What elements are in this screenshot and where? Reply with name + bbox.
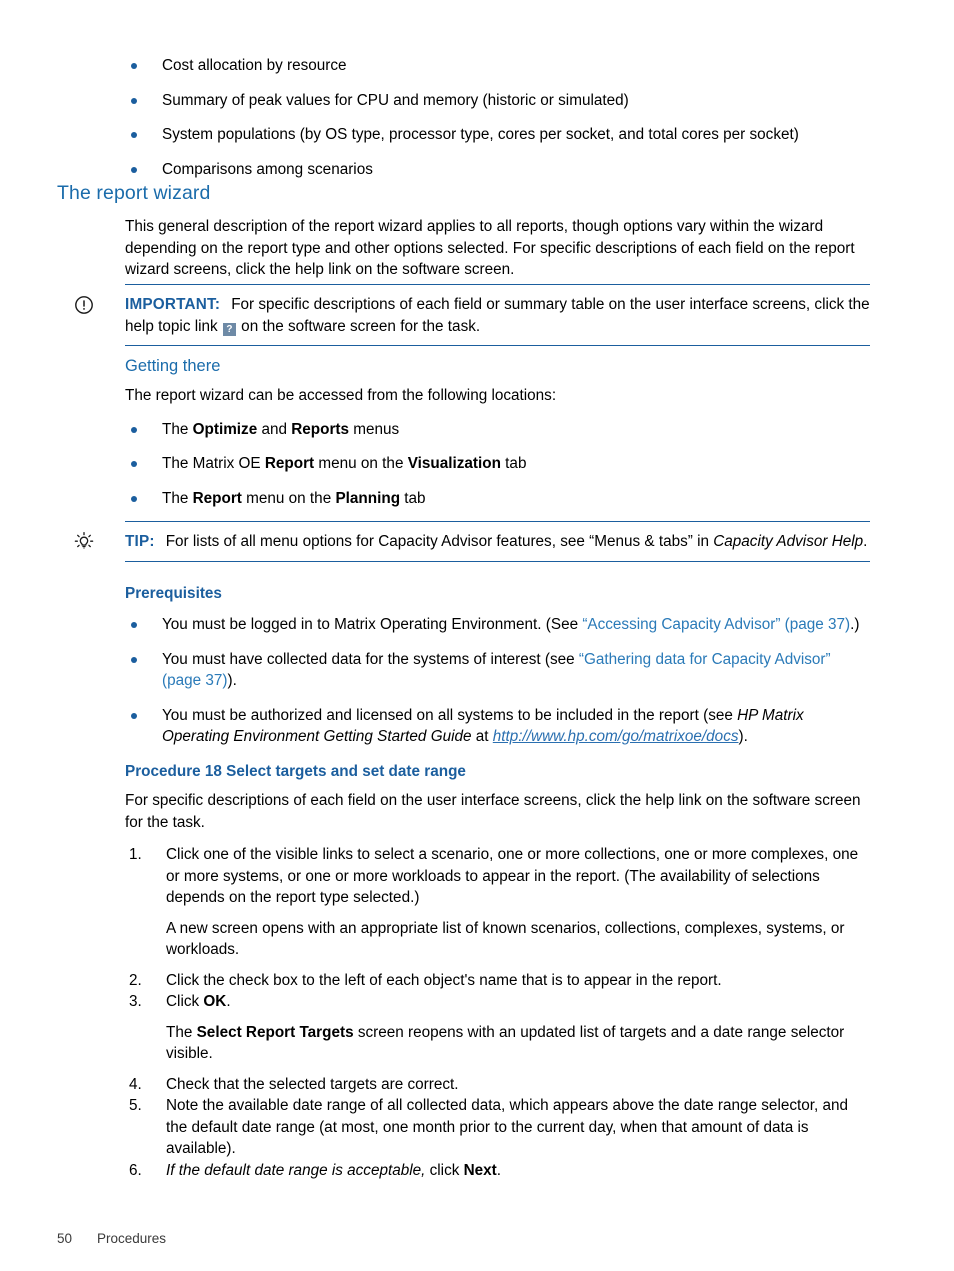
step-item: Click one of the visible links to select… [125, 844, 870, 961]
bullet-text: System populations (by OS type, processo… [162, 126, 799, 143]
bullet-mid: menu on the [314, 455, 408, 472]
step-lead: Click [166, 993, 204, 1010]
section-intro-paragraph: This general description of the report w… [125, 218, 855, 278]
procedure-intro: For specific descriptions of each field … [125, 792, 861, 831]
prereq-lead: You must be logged in to Matrix Operatin… [162, 616, 583, 633]
important-label: IMPORTANT: [125, 296, 221, 313]
step-text: Click one of the visible links to select… [166, 846, 859, 906]
important-circle-exclamation-icon [73, 294, 95, 316]
external-url-link[interactable]: http://www.hp.com/go/matrixoe/docs [493, 728, 739, 745]
getting-there-block: Getting there The report wizard can be a… [125, 357, 870, 522]
tip-text-italic: Capacity Advisor Help [713, 533, 864, 550]
procedure-steps: Click one of the visible links to select… [125, 844, 870, 1181]
step-followup: The Select Report Targets screen reopens… [166, 1022, 870, 1065]
list-item: You must have collected data for the sys… [125, 649, 870, 692]
list-item: System populations (by OS type, processo… [125, 124, 885, 146]
step-item: If the default date range is acceptable,… [125, 1160, 870, 1182]
feature-bullet-list: Cost allocation by resource Summary of p… [125, 55, 885, 193]
prerequisites-bullets: You must be logged in to Matrix Operatin… [125, 614, 870, 748]
step-text: If the default date range is acceptable,… [166, 1160, 870, 1182]
step-text: Click the check box to the left of each … [166, 971, 722, 989]
step-item: Note the available date range of all col… [125, 1095, 870, 1160]
bullet-bold-2: Visualization [407, 455, 501, 472]
prereq-mid: at [471, 728, 493, 745]
followup-bold: Select Report Targets [196, 1023, 354, 1041]
bullet-bold-1: Optimize [192, 420, 258, 438]
list-item: You must be authorized and licensed on a… [125, 705, 870, 748]
prereq-tail: ). [227, 672, 237, 689]
step-text: Click OK. [166, 991, 870, 1013]
page-footer: 50 Procedures [57, 1231, 166, 1246]
step-text: Note the available date range of all col… [166, 1097, 849, 1157]
bullet-bold-2: Reports [291, 420, 350, 438]
bullet-bold-1: Report [192, 489, 242, 507]
prerequisites-block: Prerequisites You must be logged in to M… [125, 585, 870, 761]
list-item: The Report menu on the Planning tab [125, 488, 870, 510]
bullet-text: Comparisons among scenarios [162, 160, 373, 178]
tip-text-1: For lists of all menu options for Capaci… [165, 533, 714, 550]
prereq-lead: You must be authorized and licensed on a… [162, 706, 738, 724]
document-page: Cost allocation by resource Summary of p… [0, 0, 954, 1271]
step-item: Click the check box to the left of each … [125, 970, 870, 992]
bullet-mid: and [257, 420, 292, 438]
prereq-tail: ). [738, 728, 748, 745]
list-item: You must be logged in to Matrix Operatin… [125, 614, 870, 636]
step-item: Check that the selected targets are corr… [125, 1074, 870, 1096]
section-intro-block: This general description of the report w… [125, 216, 870, 292]
cross-reference-link[interactable]: “Accessing Capacity Advisor” (page 37) [582, 616, 850, 633]
tip-label: TIP: [125, 533, 155, 550]
tip-body: TIP: For lists of all menu options for Ca… [125, 531, 870, 553]
bullet-prefix: The [162, 489, 193, 507]
getting-there-bullets: The Optimize and Reports menus The Matri… [125, 419, 870, 510]
bullet-suffix: tab [500, 455, 527, 472]
step-tail: . [496, 1161, 502, 1179]
step-italic: If the default date range is acceptable, [166, 1161, 426, 1179]
step-text: Check that the selected targets are corr… [166, 1075, 459, 1093]
step-bold: OK [203, 993, 227, 1010]
step-followup: A new screen opens with an appropriate l… [166, 919, 845, 959]
list-item: Summary of peak values for CPU and memor… [125, 90, 885, 112]
bullet-prefix: The [162, 420, 193, 438]
bullet-text: Cost allocation by resource [162, 57, 347, 74]
important-admonition: IMPORTANT: For specific descriptions of e… [75, 284, 870, 346]
bullet-bold-2: Planning [335, 489, 401, 507]
step-bold: Next [463, 1161, 497, 1179]
step-item: Click OK. The Select Report Targets scre… [125, 991, 870, 1065]
step-lead: click [425, 1161, 464, 1179]
bullet-bold-1: Report [264, 455, 315, 472]
help-topic-link-icon[interactable]: ? [222, 322, 236, 336]
procedure-title: Procedure 18 Select targets and set date… [125, 763, 466, 780]
tip-lightbulb-icon [73, 531, 95, 553]
list-item: The Optimize and Reports menus [125, 419, 870, 441]
list-item: The Matrix OE Report menu on the Visuali… [125, 453, 870, 475]
prereq-tail: .) [850, 616, 860, 633]
bullet-suffix: tab [400, 489, 426, 507]
procedure-block: Procedure 18 Select targets and set date… [125, 763, 870, 1181]
tip-text-2: . [863, 533, 868, 550]
bullet-mid: menu on the [241, 489, 336, 507]
tip-admonition: TIP: For lists of all menu options for Ca… [74, 521, 870, 562]
section-heading-the-report-wizard: The report wizard [57, 182, 211, 204]
list-item: Cost allocation by resource [125, 55, 885, 77]
step-tail: . [226, 993, 231, 1010]
important-text-after: on the software screen for the task. [236, 317, 481, 335]
prereq-lead: You must have collected data for the sys… [162, 650, 579, 668]
followup-lead: The [166, 1023, 197, 1041]
bullet-suffix: menus [349, 420, 400, 438]
list-item: Comparisons among scenarios [125, 159, 885, 181]
subheading-prerequisites: Prerequisites [125, 585, 222, 602]
footer-page-number: 50 [57, 1231, 73, 1246]
important-body: IMPORTANT: For specific descriptions of e… [125, 294, 870, 337]
getting-there-intro: The report wizard can be accessed from t… [125, 387, 557, 404]
subheading-getting-there: Getting there [125, 357, 221, 375]
bullet-text: Summary of peak values for CPU and memor… [162, 91, 629, 109]
bullet-prefix: The Matrix OE [162, 455, 265, 472]
footer-chapter-name: Procedures [97, 1231, 167, 1246]
